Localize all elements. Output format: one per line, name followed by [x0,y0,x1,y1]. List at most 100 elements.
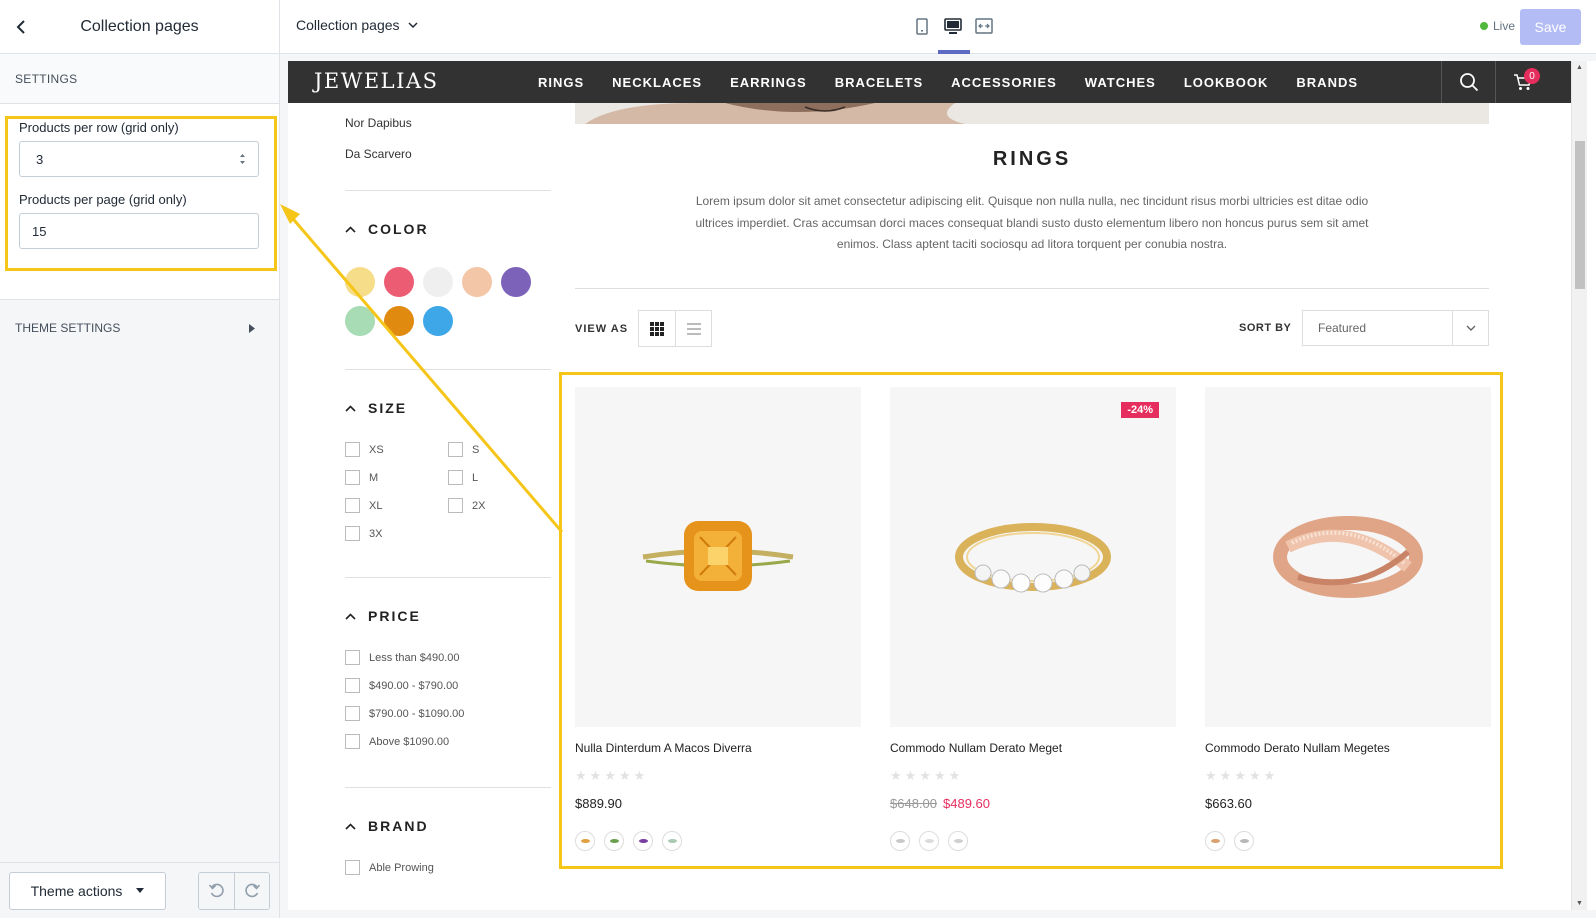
cart-button[interactable]: 0 [1495,61,1549,103]
size-option[interactable]: XL [345,498,448,513]
price-options: Less than $490.00 $490.00 - $790.00 $790.0… [345,650,551,749]
color-filter-header[interactable]: COLOR [345,221,551,237]
sort-by-select[interactable]: Featured [1302,310,1489,346]
search-button[interactable] [1441,61,1495,103]
variant-swatch[interactable] [919,831,939,851]
vendor-link[interactable]: Nor Dapibus [345,116,551,147]
nav-item-brands[interactable]: BRANDS [1296,75,1358,90]
checkbox[interactable] [345,442,360,457]
redo-icon [245,883,261,897]
variant-swatch[interactable] [890,831,910,851]
checkbox[interactable] [345,526,360,541]
size-option[interactable]: L [448,470,551,485]
vendor-link[interactable]: Da Scarvero [345,147,551,178]
star-icon: ★ [604,768,616,783]
page-select-dropdown[interactable]: Collection pages [296,17,418,33]
back-button[interactable] [10,16,32,38]
theme-actions-button[interactable]: Theme actions [9,871,166,910]
checkbox[interactable] [345,734,360,749]
variant-swatch[interactable] [1205,831,1225,851]
variant-swatch[interactable] [662,831,682,851]
color-swatch[interactable] [501,267,531,297]
nav-item-lookbook[interactable]: LOOKBOOK [1184,75,1269,90]
product-image[interactable] [575,387,861,727]
checkbox[interactable] [345,470,360,485]
storefront-preview: JEWELIAS RINGS NECKLACES EARRINGS BRACELETS… [288,61,1571,910]
redo-button[interactable] [234,872,269,909]
color-swatch[interactable] [462,267,492,297]
size-option-label: XL [369,499,383,512]
undo-button[interactable] [199,872,234,909]
size-option-label: L [472,471,479,484]
checkbox[interactable] [345,498,360,513]
price-option[interactable]: $490.00 - $790.00 [345,678,551,693]
nav-item-bracelets[interactable]: BRACELETS [835,75,923,90]
list-view-button[interactable] [675,311,711,346]
fullscreen-view-button[interactable] [974,16,993,36]
product-name[interactable]: Nulla Dinterdum A Macos Diverra [575,741,861,755]
star-icon: ★ [1263,768,1276,783]
desktop-view-button[interactable] [943,16,962,36]
size-option-label: 2X [472,499,486,512]
save-button[interactable]: Save [1520,9,1581,45]
price-filter-header[interactable]: PRICE [345,608,551,624]
color-swatch[interactable] [384,306,414,336]
nav-item-watches[interactable]: WATCHES [1085,75,1156,90]
size-option[interactable]: 2X [448,498,551,513]
size-option[interactable]: S [448,442,551,457]
nav-item-earrings[interactable]: EARRINGS [730,75,807,90]
size-option[interactable]: M [345,470,448,485]
store-menu: RINGS NECKLACES EARRINGS BRACELETS ACCESSORI… [538,75,1386,90]
checkbox[interactable] [448,442,463,457]
preview-scrollbar[interactable]: ▲ ▼ [1571,61,1587,910]
checkbox[interactable] [345,860,360,875]
product-name[interactable]: Commodo Nullam Derato Meget [890,741,1176,755]
filter-divider [345,577,551,578]
scroll-up-arrow-icon[interactable]: ▲ [1576,64,1583,71]
variant-swatch[interactable] [1234,831,1254,851]
nav-item-rings[interactable]: RINGS [538,75,584,90]
brand-option-label: Able Prowing [369,861,434,874]
collection-divider [575,288,1489,289]
store-logo[interactable]: JEWELIAS [314,69,438,93]
checkbox[interactable] [448,470,463,485]
size-filter-title: SIZE [368,400,408,416]
grid-view-button[interactable] [639,311,675,346]
color-swatch[interactable] [423,306,453,336]
size-option[interactable]: 3X [345,526,448,541]
nav-item-necklaces[interactable]: NECKLACES [612,75,702,90]
variant-swatch[interactable] [604,831,624,851]
price-option[interactable]: Less than $490.00 [345,650,551,665]
color-swatch[interactable] [345,267,375,297]
size-filter-header[interactable]: SIZE [345,400,551,416]
products-per-page-value: 15 [32,223,47,239]
product-name[interactable]: Commodo Derato Nullam Megetes [1205,741,1491,755]
theme-settings-item[interactable]: THEME SETTINGS [0,300,279,356]
variant-swatch[interactable] [633,831,653,851]
checkbox[interactable] [345,650,360,665]
mobile-icon [915,17,928,35]
color-swatch[interactable] [384,267,414,297]
variant-swatch[interactable] [948,831,968,851]
products-per-row-select[interactable]: 3 [19,141,259,177]
mobile-view-button[interactable] [912,16,931,36]
product-image[interactable]: -24% [890,387,1176,727]
products-per-page-input[interactable]: 15 [19,213,259,249]
price-option[interactable]: Above $1090.00 [345,734,551,749]
checkbox[interactable] [448,498,463,513]
scrollbar-thumb[interactable] [1575,141,1585,289]
color-swatch[interactable] [423,267,453,297]
scroll-down-arrow-icon[interactable]: ▼ [1576,900,1583,907]
size-option[interactable]: XS [345,442,448,457]
brand-option[interactable]: Able Prowing [345,860,551,875]
editor-sidebar: Collection pages SETTINGS Products per r… [0,0,280,918]
checkbox[interactable] [345,706,360,721]
product-compare-price: $648.00 [890,796,937,811]
color-swatch[interactable] [345,306,375,336]
price-option[interactable]: $790.00 - $1090.00 [345,706,551,721]
nav-item-accessories[interactable]: ACCESSORIES [951,75,1057,90]
checkbox[interactable] [345,678,360,693]
product-image[interactable] [1205,387,1491,727]
brand-filter-header[interactable]: BRAND [345,818,551,834]
variant-swatch[interactable] [575,831,595,851]
